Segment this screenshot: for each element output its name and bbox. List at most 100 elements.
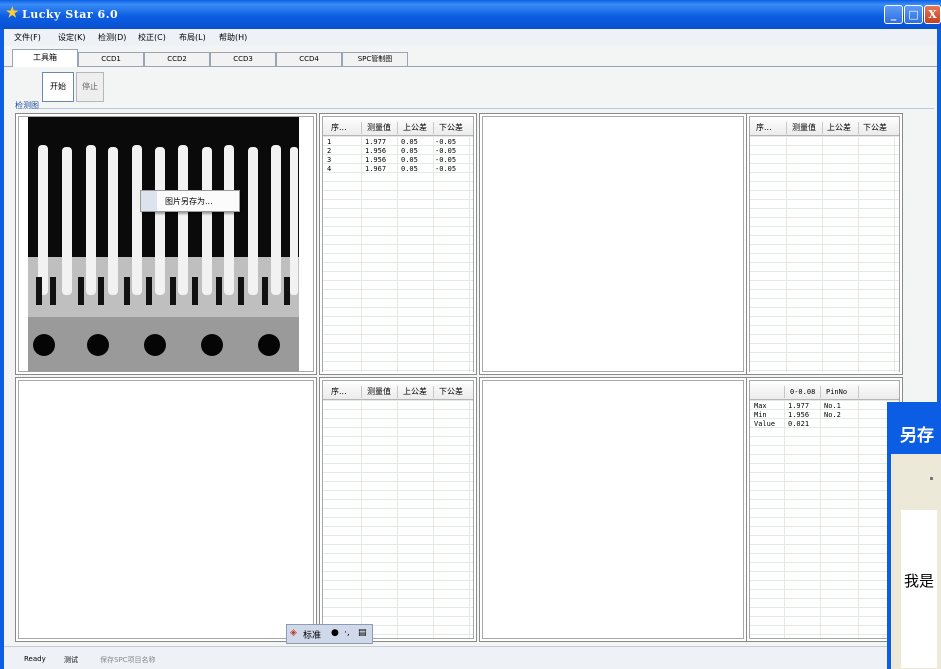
grid-line xyxy=(858,136,859,372)
grid-line xyxy=(397,136,398,372)
tab-ccd4[interactable]: CCD4 xyxy=(276,52,342,66)
table-row-cell: 1 xyxy=(327,138,332,146)
table-row-cell: 0.05 xyxy=(401,147,418,155)
tab-ccd1[interactable]: CCD1 xyxy=(78,52,144,66)
group-label-inspection: 检测图 xyxy=(15,101,39,110)
grid-line xyxy=(397,400,398,638)
grid-line xyxy=(469,136,470,372)
header-upper-tol[interactable]: 上公差 xyxy=(827,120,851,136)
camera-panel-2-frame xyxy=(482,116,744,372)
header-seq[interactable]: 序... xyxy=(756,120,772,136)
stat-value: 1.977 xyxy=(788,402,810,410)
table-2-header: 序... 测量值 上公差 下公差 xyxy=(750,120,899,136)
stop-button[interactable]: 停止 xyxy=(76,72,104,102)
table-row-cell: -0.05 xyxy=(435,138,457,146)
grid-line xyxy=(361,136,362,372)
camera-panel-3 xyxy=(15,377,317,642)
grid-line xyxy=(433,400,434,638)
tab-toolbox[interactable]: 工具箱 xyxy=(12,49,78,67)
title-bar[interactable]: ★ Lucky Star 6.0 _ □ X xyxy=(0,0,941,29)
start-button[interactable]: 开始 xyxy=(42,72,74,102)
menu-detect[interactable]: 检测(D) xyxy=(98,32,126,43)
status-ready: Ready xyxy=(24,655,46,663)
status-bar: Ready 测试 保存SPC项目名称 xyxy=(4,646,937,669)
menu-settings[interactable]: 设定(K) xyxy=(58,32,86,43)
status-test: 测试 xyxy=(64,656,78,664)
header-separator xyxy=(361,386,362,398)
tab-ccd3[interactable]: CCD3 xyxy=(210,52,276,66)
header-lower-tol[interactable]: 下公差 xyxy=(439,120,463,136)
header-separator xyxy=(397,386,398,398)
header-measured[interactable]: 测量值 xyxy=(792,120,816,136)
ime-keyboard-icon[interactable]: ▤ xyxy=(358,628,367,638)
ime-punctuation-icon[interactable]: ·, xyxy=(344,628,350,638)
measurement-table-2 xyxy=(750,136,899,372)
header-separator xyxy=(858,386,859,398)
dialog-title: 另存 xyxy=(900,426,934,446)
header-separator xyxy=(820,386,821,398)
tab-spc-chart[interactable]: SPC管制图 xyxy=(342,52,408,66)
header-seq[interactable]: 序... xyxy=(331,120,347,136)
header-range[interactable]: 0-0.08 xyxy=(790,384,815,400)
menu-help[interactable]: 帮助(H) xyxy=(219,32,247,43)
window-title: Lucky Star 6.0 xyxy=(22,8,119,21)
menu-file[interactable]: 文件(F) xyxy=(14,32,41,43)
grid-line xyxy=(858,400,859,638)
table-row-cell: 1.967 xyxy=(365,165,387,173)
context-menu: 图片另存为... xyxy=(140,190,240,212)
table-row-cell: -0.05 xyxy=(435,165,457,173)
grid-line xyxy=(469,400,470,638)
header-measured[interactable]: 测量值 xyxy=(367,384,391,400)
ime-logo-icon: ◈ xyxy=(290,628,297,638)
camera-panel-2 xyxy=(479,113,747,375)
statistics-header: 0-0.08 PinNo xyxy=(750,384,899,400)
header-separator xyxy=(786,122,787,134)
stat-pin: No.2 xyxy=(824,411,841,419)
grid-line xyxy=(433,136,434,372)
context-menu-icon-bar xyxy=(141,191,157,211)
header-measured[interactable]: 测量值 xyxy=(367,120,391,136)
header-lower-tol[interactable]: 下公差 xyxy=(439,384,463,400)
ime-toolbar[interactable]: ◈ 标准 ● ·, ▤ xyxy=(286,624,373,644)
ime-fullwidth-icon[interactable]: ● xyxy=(331,628,339,638)
grid-line xyxy=(822,136,823,372)
header-separator xyxy=(858,122,859,134)
maximize-button[interactable]: □ xyxy=(904,5,923,24)
header-separator xyxy=(397,122,398,134)
header-separator xyxy=(433,122,434,134)
table-row-cell: 0.05 xyxy=(401,138,418,146)
table-row-cell: 1.977 xyxy=(365,138,387,146)
header-pin-no[interactable]: PinNo xyxy=(826,384,847,400)
header-seq[interactable]: 序... xyxy=(331,384,347,400)
grid-line xyxy=(820,400,821,638)
save-image-as-menu-item[interactable]: 图片另存为... xyxy=(165,196,213,207)
header-separator xyxy=(822,122,823,134)
menu-calibrate[interactable]: 校正(C) xyxy=(138,32,166,43)
minimize-button[interactable]: _ xyxy=(884,5,903,24)
table-row-cell: 2 xyxy=(327,147,332,155)
stat-pin: No.1 xyxy=(824,402,841,410)
stat-label-value: Value xyxy=(754,420,776,428)
save-as-dialog: 另存 我是 xyxy=(887,402,941,669)
camera-image[interactable] xyxy=(28,117,299,372)
table-row-cell: 4 xyxy=(327,165,332,173)
camera-panel-4-frame xyxy=(482,380,744,639)
table-3-header: 序... 测量值 上公差 下公差 xyxy=(323,384,473,400)
table-row-cell: 1.956 xyxy=(365,156,387,164)
group-divider xyxy=(39,108,934,109)
menu-layout[interactable]: 布局(L) xyxy=(179,32,206,43)
close-button[interactable]: X xyxy=(924,5,941,24)
grid-line xyxy=(894,136,895,372)
stat-label-min: Min xyxy=(754,411,767,419)
tab-ccd2[interactable]: CCD2 xyxy=(144,52,210,66)
table-row-cell: -0.05 xyxy=(435,147,457,155)
header-lower-tol[interactable]: 下公差 xyxy=(863,120,887,136)
header-upper-tol[interactable]: 上公差 xyxy=(403,120,427,136)
header-separator xyxy=(361,122,362,134)
menu-bar: 文件(F) 设定(K) 检测(D) 校正(C) 布局(L) 帮助(H) xyxy=(4,29,937,46)
header-upper-tol[interactable]: 上公差 xyxy=(403,384,427,400)
stat-value: 1.956 xyxy=(788,411,810,419)
table-row-cell: 0.05 xyxy=(401,156,418,164)
ime-mode-label[interactable]: 标准 xyxy=(303,628,321,641)
table-row-cell: 1.956 xyxy=(365,147,387,155)
